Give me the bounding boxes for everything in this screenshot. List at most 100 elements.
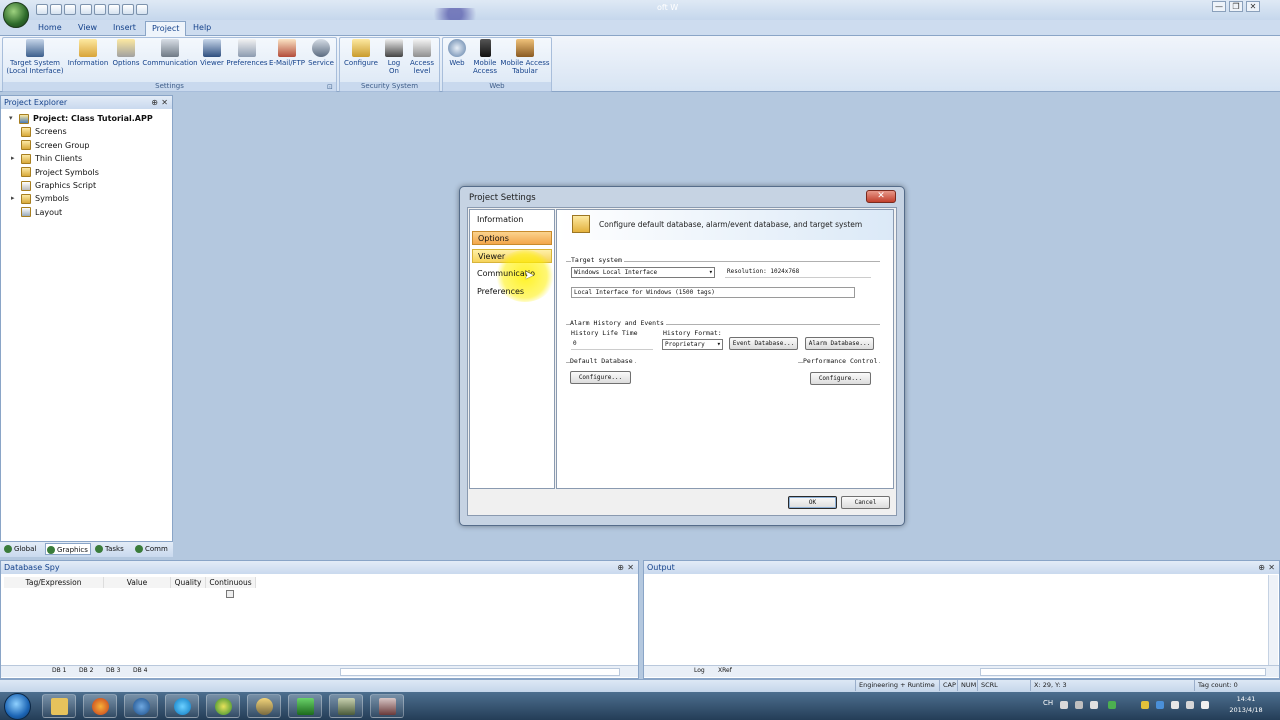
tab-tasks[interactable]: Tasks <box>94 543 126 555</box>
taskbar-tools[interactable] <box>247 694 281 718</box>
cancel-button[interactable]: Cancel <box>841 496 890 509</box>
tab-log[interactable]: Log <box>694 667 705 674</box>
tab-view[interactable]: View <box>72 21 103 36</box>
expand-icon[interactable]: ▸ <box>11 192 19 205</box>
viewer-button[interactable]: Viewer <box>198 39 226 83</box>
col-quality[interactable]: Quality <box>171 577 206 588</box>
tab-insert[interactable]: Insert <box>107 21 142 36</box>
database-spy-hscrollbar[interactable] <box>340 668 620 676</box>
tray-volume-icon[interactable] <box>1201 701 1209 709</box>
tree-item-symbols[interactable]: ▸ Symbols <box>9 192 153 205</box>
tray-clock[interactable]: 14:41 2013/4/18 <box>1222 694 1270 716</box>
tab-home[interactable]: Home <box>32 21 68 36</box>
alarm-database-button[interactable]: Alarm Database... <box>805 337 874 350</box>
taskbar-app-studio[interactable] <box>329 694 363 718</box>
output-hscrollbar[interactable] <box>980 668 1266 676</box>
email-ftp-button[interactable]: E-Mail/FTP <box>268 39 306 83</box>
tree-item-project-symbols[interactable]: Project Symbols <box>9 166 153 179</box>
nav-communication[interactable]: Communicatio <box>472 267 552 281</box>
service-button[interactable]: Service <box>306 39 336 83</box>
tab-help[interactable]: Help <box>187 21 217 36</box>
taskbar-app-cubes[interactable] <box>288 694 322 718</box>
continuous-checkbox[interactable] <box>226 590 234 598</box>
taskbar-app-studio2[interactable] <box>370 694 404 718</box>
communication-button[interactable]: Communication <box>142 39 198 83</box>
sheet-db4[interactable]: DB 4 <box>133 667 147 674</box>
web-button[interactable]: Web <box>444 39 470 83</box>
new-icon[interactable] <box>36 4 48 15</box>
start-button[interactable] <box>4 693 31 720</box>
open-icon[interactable] <box>50 4 62 15</box>
pin-icon[interactable]: ⊕ <box>617 561 624 574</box>
close-icon[interactable]: ✕ <box>161 96 168 109</box>
nav-options[interactable]: Options <box>472 231 552 245</box>
tree-item-screens[interactable]: Screens <box>9 125 153 138</box>
dialog-close-button[interactable]: ✕ <box>866 190 896 203</box>
target-system-button[interactable]: Target System (Local Interface) <box>5 39 65 83</box>
ok-button[interactable]: OK <box>788 496 837 509</box>
tree-item-graphics-script[interactable]: Graphics Script <box>9 179 153 192</box>
information-button[interactable]: Information <box>66 39 110 83</box>
maximize-button[interactable]: ❐ <box>1229 1 1243 12</box>
taskbar-app-k[interactable] <box>124 694 158 718</box>
tray-display-icon[interactable] <box>1186 701 1194 709</box>
nav-preferences[interactable]: Preferences <box>472 285 552 299</box>
event-database-button[interactable]: Event Database... <box>729 337 798 350</box>
taskbar-firefox[interactable] <box>83 694 117 718</box>
tab-xref[interactable]: XRef <box>718 667 732 674</box>
log-on-button[interactable]: Log On <box>380 39 408 83</box>
save-icon[interactable] <box>64 4 76 15</box>
output-vscrollbar[interactable] <box>1268 575 1278 665</box>
tray-flag-icon[interactable] <box>1171 701 1179 709</box>
tab-project[interactable]: Project <box>145 21 187 36</box>
tray-network-icon[interactable] <box>1156 701 1164 709</box>
nav-information[interactable]: Information <box>472 213 552 227</box>
close-icon[interactable]: ✕ <box>1268 561 1275 574</box>
taskbar-skype[interactable] <box>165 694 199 718</box>
pin-icon[interactable]: ⊕ <box>1258 561 1265 574</box>
close-window-button[interactable]: ✕ <box>1246 1 1260 12</box>
redo-icon[interactable] <box>94 4 106 15</box>
tray-ime-icon[interactable] <box>1060 701 1068 709</box>
expand-icon[interactable]: ▸ <box>11 152 19 165</box>
configure-database-button[interactable]: Configure... <box>570 371 631 384</box>
access-level-button[interactable]: Access level <box>408 39 436 83</box>
undo-icon[interactable] <box>80 4 92 15</box>
configure-security-button[interactable]: Configure <box>342 39 380 83</box>
tree-item-layout[interactable]: Layout <box>9 206 153 219</box>
col-continuous[interactable]: Continuous <box>206 577 256 588</box>
pin-icon[interactable]: ⊕ <box>151 96 158 109</box>
minimize-button[interactable]: — <box>1212 1 1226 12</box>
col-tag-expression[interactable]: Tag/Expression <box>4 577 104 588</box>
taskbar-app-green[interactable] <box>206 694 240 718</box>
tray-shield-icon[interactable] <box>1141 701 1149 709</box>
run-icon[interactable] <box>108 4 120 15</box>
tray-help-icon[interactable] <box>1090 701 1098 709</box>
mobile-access-tabular-button[interactable]: Mobile Access Tabular <box>500 39 550 83</box>
tree-item-screen-group[interactable]: Screen Group <box>9 139 153 152</box>
history-format-combo[interactable]: Proprietary <box>662 339 723 350</box>
tray-battery-icon[interactable] <box>1108 701 1116 709</box>
options-button[interactable]: Options <box>110 39 142 83</box>
collapse-icon[interactable]: ▾ <box>9 112 17 125</box>
configure-performance-button[interactable]: Configure... <box>810 372 871 385</box>
sheet-db3[interactable]: DB 3 <box>106 667 120 674</box>
tree-item-project[interactable]: ▾ Project: Class Tutorial.APP <box>9 112 153 125</box>
close-icon[interactable]: ✕ <box>627 561 634 574</box>
tab-graphics[interactable]: Graphics <box>45 543 91 555</box>
tab-global[interactable]: Global <box>3 543 38 555</box>
language-indicator[interactable]: CH <box>1043 699 1053 707</box>
mobile-access-button[interactable]: Mobile Access <box>470 39 500 83</box>
help-icon[interactable] <box>136 4 148 15</box>
tab-comm[interactable]: Comm <box>134 543 170 555</box>
application-menu-button[interactable] <box>3 2 29 28</box>
preferences-button[interactable]: Preferences <box>226 39 268 83</box>
col-value[interactable]: Value <box>104 577 171 588</box>
tree-item-thin-clients[interactable]: ▸ Thin Clients <box>9 152 153 165</box>
sheet-db1[interactable]: DB 1 <box>52 667 66 674</box>
history-life-time-input[interactable]: 0 <box>571 339 653 350</box>
taskbar-explorer[interactable] <box>42 694 76 718</box>
stop-icon[interactable] <box>122 4 134 15</box>
dialog-launcher-icon[interactable]: ⊡ <box>327 83 333 91</box>
tray-keyboard-icon[interactable] <box>1075 701 1083 709</box>
